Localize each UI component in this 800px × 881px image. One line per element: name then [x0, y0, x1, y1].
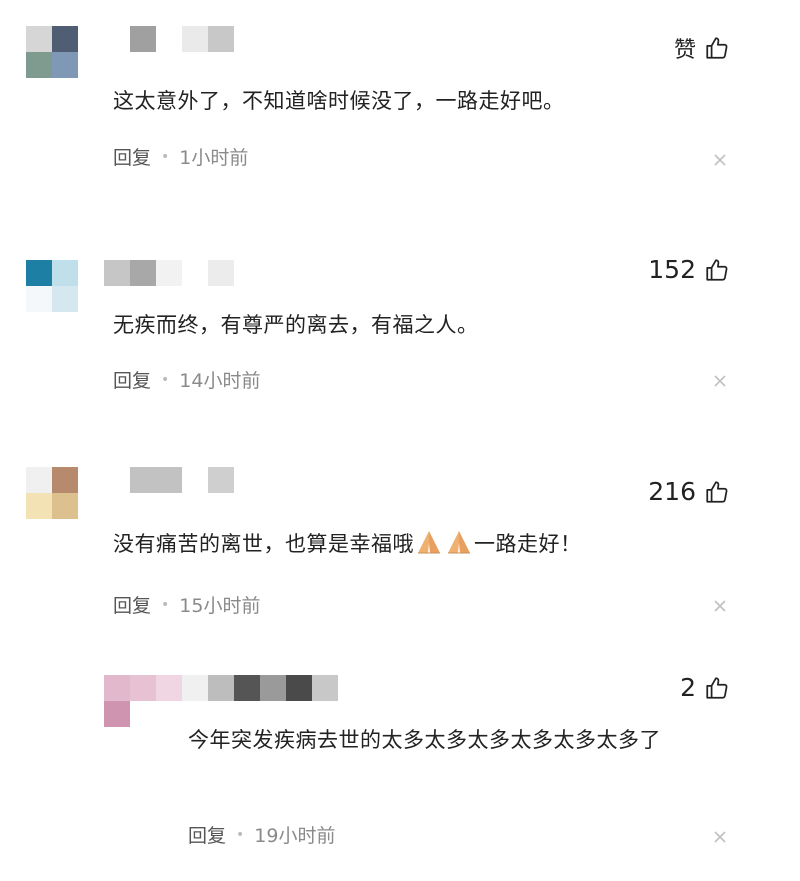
folded-hands-emoji [448, 531, 470, 554]
reply-button[interactable]: 回复 [113, 591, 151, 618]
reply-button[interactable]: 回复 [113, 143, 151, 170]
folded-hands-emoji [418, 531, 440, 554]
comment-text: 没有痛苦的离世，也算是幸福哦 一路走好！ [113, 527, 582, 561]
timestamp: 1小时前 [179, 147, 249, 169]
comment-item: 赞 这太意外了，不知道啥时候没了，一路走好吧。 回复 • 1小时前 [0, 0, 800, 220]
like-button[interactable]: 216 [648, 477, 730, 506]
reply-button[interactable]: 回复 [113, 366, 151, 393]
comment-item: 152 无疾而终，有尊严的离去，有福之人。 回复 • 14小时前 [0, 220, 800, 445]
comment-text: 无疾而终，有尊严的离去，有福之人。 [113, 313, 479, 337]
like-button[interactable]: 152 [648, 255, 730, 284]
avatar[interactable] [26, 26, 78, 78]
timestamp: 15小时前 [179, 595, 261, 617]
reply-button[interactable]: 回复 [188, 821, 226, 848]
comment-meta: 回复 • 14小时前 [113, 366, 260, 393]
username[interactable] [156, 675, 338, 701]
username[interactable] [130, 467, 234, 493]
timestamp: 14小时前 [179, 370, 261, 392]
reply-item: 2 今年突发疾病去世的太多太多太多太多太多太多了 回复 • 19小时前 [0, 645, 800, 881]
close-x-icon[interactable] [712, 829, 728, 845]
comment-meta: 回复 • 19小时前 [188, 821, 335, 848]
username[interactable] [104, 260, 234, 286]
like-count: 216 [648, 477, 696, 506]
username[interactable] [130, 26, 234, 52]
close-x-icon[interactable] [712, 373, 728, 389]
thumbs-up-icon [706, 37, 728, 59]
thumbs-up-icon [706, 676, 728, 699]
thumbs-up-icon [706, 258, 728, 281]
close-x-icon[interactable] [712, 152, 728, 168]
like-button[interactable]: 赞 [674, 32, 730, 64]
avatar[interactable] [26, 467, 78, 519]
comment-meta: 回复 • 15小时前 [113, 591, 260, 618]
avatar[interactable] [104, 675, 156, 727]
like-count: 赞 [673, 38, 696, 63]
timestamp: 19小时前 [254, 825, 336, 847]
comment-meta: 回复 • 1小时前 [113, 143, 248, 170]
comment-item: 216 没有痛苦的离世，也算是幸福哦 一路走好！ 回复 • 15小时前 [0, 445, 800, 645]
like-button[interactable]: 2 [680, 673, 730, 702]
close-x-icon[interactable] [712, 598, 728, 614]
comment-text: 这太意外了，不知道啥时候没了，一路走好吧。 [113, 89, 565, 113]
avatar[interactable] [26, 260, 78, 312]
like-count: 2 [680, 673, 696, 702]
comment-text: 今年突发疾病去世的太多太多太多太多太多太多了 [188, 728, 661, 752]
thumbs-up-icon [706, 480, 728, 503]
like-count: 152 [648, 255, 696, 284]
